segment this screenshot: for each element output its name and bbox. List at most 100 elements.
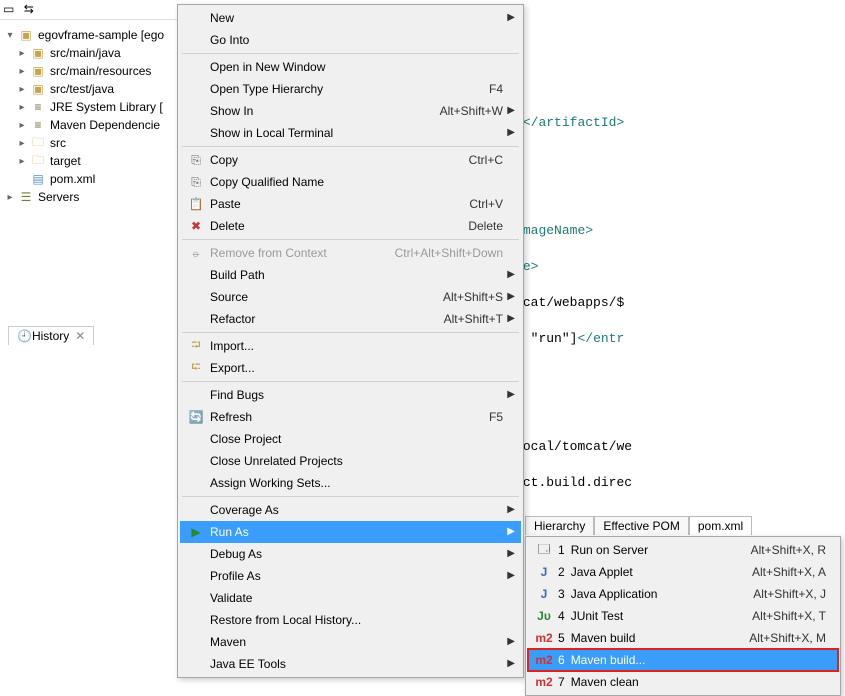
menu-separator xyxy=(182,332,519,333)
blank-icon xyxy=(186,125,206,141)
submenu-java-applet[interactable]: J 2 Java Applet Alt+Shift+X, A xyxy=(528,561,838,583)
chevron-right-icon: ▶ xyxy=(507,636,515,647)
chevron-right-icon[interactable]: ▸ xyxy=(16,47,28,59)
remove-icon: ⦵ xyxy=(186,245,206,261)
submenu-maven-build-dots[interactable]: m2 6 Maven build... xyxy=(528,649,838,671)
tree-label: src/main/resources xyxy=(50,64,151,78)
menu-coverage-as[interactable]: Coverage As ▶ xyxy=(180,499,521,521)
tree-project-root[interactable]: ▾ ▣ egovframe-sample [ego xyxy=(0,26,180,44)
menu-copy[interactable]: ⎘ Copy Ctrl+C xyxy=(180,149,521,171)
menu-find-bugs[interactable]: Find Bugs ▶ xyxy=(180,384,521,406)
chevron-right-icon[interactable]: ▸ xyxy=(4,191,16,203)
menu-open-type-hierarchy[interactable]: Open Type Hierarchy F4 xyxy=(180,78,521,100)
tree-item[interactable]: ▸ ▣ src/test/java xyxy=(0,80,180,98)
submenu-number: 7 xyxy=(558,675,565,689)
menu-label: Show In xyxy=(210,104,440,118)
submenu-number: 4 xyxy=(558,609,565,623)
close-icon[interactable]: ✕ xyxy=(75,329,85,343)
tree-item[interactable]: ▸ ▣ src/main/java xyxy=(0,44,180,62)
menu-label: Find Bugs xyxy=(210,388,503,402)
menu-java-ee-tools[interactable]: Java EE Tools ▶ xyxy=(180,653,521,675)
tree-item[interactable]: ▸ ≡ JRE System Library [ xyxy=(0,98,180,116)
package-icon: ▣ xyxy=(30,63,46,79)
java-icon: J xyxy=(534,564,554,580)
menu-restore-local[interactable]: Restore from Local History... xyxy=(180,609,521,631)
chevron-right-icon: ▶ xyxy=(507,127,515,138)
menu-label: Delete xyxy=(210,219,468,233)
code-text: </artifactId> xyxy=(523,115,624,130)
tree-item[interactable]: ▤ pom.xml xyxy=(0,170,180,188)
submenu-shortcut: Alt+Shift+X, R xyxy=(751,543,826,557)
server-icon: 🗔 xyxy=(534,542,554,558)
menu-export[interactable]: ⮓ Export... xyxy=(180,357,521,379)
menu-label: Assign Working Sets... xyxy=(210,476,503,490)
menu-shortcut: Alt+Shift+S xyxy=(443,290,503,304)
submenu-junit-test[interactable]: Jᴜ 4 JUnit Test Alt+Shift+X, T xyxy=(528,605,838,627)
menu-refresh[interactable]: 🔄 Refresh F5 xyxy=(180,406,521,428)
menu-source[interactable]: Source Alt+Shift+S ▶ xyxy=(180,286,521,308)
menu-separator xyxy=(182,53,519,54)
menu-new[interactable]: New ▶ xyxy=(180,7,521,29)
menu-run-as[interactable]: ▶ Run As ▶ xyxy=(180,521,521,543)
submenu-run-on-server[interactable]: 🗔 1 Run on Server Alt+Shift+X, R xyxy=(528,539,838,561)
menu-copy-qualified[interactable]: ⎘ Copy Qualified Name xyxy=(180,171,521,193)
chevron-right-icon[interactable]: ▸ xyxy=(16,137,28,149)
menu-debug-as[interactable]: Debug As ▶ xyxy=(180,543,521,565)
menu-close-unrelated[interactable]: Close Unrelated Projects xyxy=(180,450,521,472)
chevron-right-icon[interactable]: ▸ xyxy=(16,65,28,77)
blank-icon xyxy=(186,475,206,491)
menu-build-path[interactable]: Build Path ▶ xyxy=(180,264,521,286)
menu-import[interactable]: ⮒ Import... xyxy=(180,335,521,357)
export-icon: ⮓ xyxy=(186,360,206,376)
collapse-all-icon[interactable]: ▭ xyxy=(3,2,14,16)
tab-effective-pom[interactable]: Effective POM xyxy=(594,516,688,535)
submenu-number: 6 xyxy=(558,653,565,667)
tree-item[interactable]: ▸ 🗀 target xyxy=(0,152,180,170)
blank-icon xyxy=(186,387,206,403)
submenu-maven-clean[interactable]: m2 7 Maven clean xyxy=(528,671,838,693)
tab-label: pom.xml xyxy=(698,519,743,533)
tree-item[interactable]: ▸ 🗀 src xyxy=(0,134,180,152)
maven-icon: m2 xyxy=(534,630,554,646)
menu-shortcut: Alt+Shift+W xyxy=(440,104,503,118)
blank-icon xyxy=(186,267,206,283)
menu-label: Paste xyxy=(210,197,469,211)
tree-label: target xyxy=(50,154,81,168)
tab-label: Hierarchy xyxy=(534,519,585,533)
submenu-maven-build[interactable]: m2 5 Maven build Alt+Shift+X, M xyxy=(528,627,838,649)
submenu-java-application[interactable]: J 3 Java Application Alt+Shift+X, J xyxy=(528,583,838,605)
context-menu: New ▶ Go Into Open in New Window Open Ty… xyxy=(177,4,524,678)
chevron-down-icon[interactable]: ▾ xyxy=(4,29,16,41)
menu-label: Restore from Local History... xyxy=(210,613,503,627)
copy-icon: ⎘ xyxy=(186,152,206,168)
tab-pom-xml[interactable]: pom.xml xyxy=(689,516,752,535)
menu-show-in[interactable]: Show In Alt+Shift+W ▶ xyxy=(180,100,521,122)
tree-item[interactable]: ▸ ≡ Maven Dependencie xyxy=(0,116,180,134)
chevron-right-icon[interactable]: ▸ xyxy=(16,119,28,131)
blank-icon xyxy=(186,546,206,562)
chevron-right-icon[interactable]: ▸ xyxy=(16,101,28,113)
chevron-right-icon[interactable]: ▸ xyxy=(16,155,28,167)
tree-servers[interactable]: ▸ ☰ Servers xyxy=(0,188,180,206)
menu-paste[interactable]: 📋 Paste Ctrl+V xyxy=(180,193,521,215)
menu-label: Profile As xyxy=(210,569,503,583)
menu-label: Show in Local Terminal xyxy=(210,126,503,140)
menu-go-into[interactable]: Go Into xyxy=(180,29,521,51)
menu-show-local-terminal[interactable]: Show in Local Terminal ▶ xyxy=(180,122,521,144)
chevron-right-icon[interactable]: ▸ xyxy=(16,83,28,95)
menu-refactor[interactable]: Refactor Alt+Shift+T ▶ xyxy=(180,308,521,330)
menu-open-new-window[interactable]: Open in New Window xyxy=(180,56,521,78)
menu-close-project[interactable]: Close Project xyxy=(180,428,521,450)
tree-label: src/test/java xyxy=(50,82,114,96)
menu-maven[interactable]: Maven ▶ xyxy=(180,631,521,653)
menu-shortcut: Ctrl+Alt+Shift+Down xyxy=(395,246,503,260)
menu-delete[interactable]: ✖ Delete Delete xyxy=(180,215,521,237)
link-editor-icon[interactable]: ⇆ xyxy=(24,2,34,16)
tree-item[interactable]: ▸ ▣ src/main/resources xyxy=(0,62,180,80)
tab-hierarchy[interactable]: Hierarchy xyxy=(525,516,594,535)
menu-assign-working-sets[interactable]: Assign Working Sets... xyxy=(180,472,521,494)
menu-validate[interactable]: Validate xyxy=(180,587,521,609)
submenu-shortcut: Alt+Shift+X, M xyxy=(749,631,826,645)
history-view-tab[interactable]: 🕘 History ✕ xyxy=(8,326,94,345)
menu-profile-as[interactable]: Profile As ▶ xyxy=(180,565,521,587)
